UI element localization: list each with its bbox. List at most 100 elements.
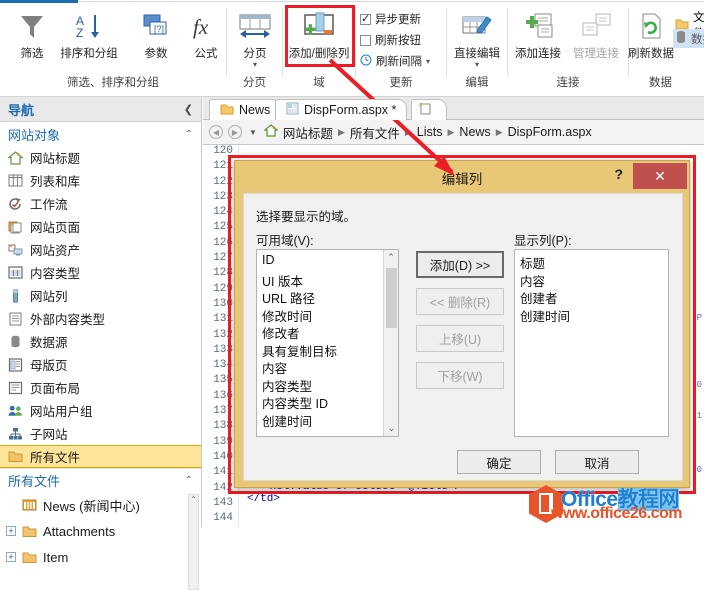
ribbon-button-refresh-data[interactable]: 刷新数据: [628, 7, 674, 61]
displayed-columns-listbox[interactable]: 标题 内容 创建者 创建时间: [514, 249, 669, 437]
breadcrumb-item-0[interactable]: 网站标题: [283, 123, 333, 142]
ribbon-button-sort-group[interactable]: A Z 排序和分组: [52, 7, 126, 61]
chevron-down-icon[interactable]: ▼: [249, 128, 257, 137]
sidebar-item-8[interactable]: 数据源: [0, 330, 201, 353]
ribbon-button-add-remove-columns[interactable]: 添加/删除列: [285, 7, 353, 61]
help-icon[interactable]: ?: [614, 166, 623, 182]
watermark-url: www.office26.com: [551, 505, 683, 522]
move-up-button[interactable]: 上移(U): [416, 325, 504, 352]
available-field-item[interactable]: 创建时间: [257, 410, 398, 429]
available-field-item[interactable]: 内容类型 ID: [257, 392, 398, 411]
forward-arrow-icon[interactable]: ▶: [228, 125, 242, 139]
available-field-item[interactable]: 内容: [257, 357, 398, 376]
scroll-down-icon[interactable]: ⌄: [384, 421, 398, 436]
scroll-up-icon[interactable]: ⌃: [384, 250, 398, 265]
ribbon-button-add-connection[interactable]: 添加连接: [508, 7, 568, 61]
checkbox-icon[interactable]: [360, 34, 371, 46]
dialog-description: 选择要显示的域。: [256, 210, 357, 224]
external-content-icon: [8, 311, 23, 326]
expand-icon[interactable]: +: [6, 552, 16, 562]
sidebar-item-5[interactable]: 内容类型: [0, 261, 201, 284]
ribbon-button-paging[interactable]: 分页 ▾: [225, 7, 285, 69]
sidebar-item-4[interactable]: 网站资产: [0, 238, 201, 261]
cancel-button[interactable]: 取消: [555, 450, 639, 474]
chevron-left-icon[interactable]: ❮: [184, 103, 193, 116]
ribbon-button-label: 排序和分组: [60, 48, 118, 60]
file-tree-item-1[interactable]: + Attachments: [0, 518, 201, 544]
chevron-down-icon[interactable]: ▾: [447, 61, 507, 69]
displayed-column-item[interactable]: 创建者: [515, 287, 668, 306]
nav-section-site-objects[interactable]: 网站对象 ⌃: [0, 122, 201, 146]
available-field-item[interactable]: ID: [257, 252, 398, 270]
remove-button[interactable]: << 删除(R): [416, 288, 504, 315]
sidebar-item-11[interactable]: 网站用户组: [0, 399, 201, 422]
ribbon-button-direct-edit[interactable]: 直接编辑 ▾: [447, 7, 507, 69]
ribbon-check-refresh-interval[interactable]: 刷新间隔 ▾: [360, 53, 430, 69]
ribbon-group-filter-sort: 筛选 A Z 排序和分组 [?] 参数 fx 公式 筛选、排序和分组: [0, 5, 226, 90]
displayed-column-item[interactable]: 内容: [515, 270, 668, 289]
clock-icon: [360, 54, 372, 69]
sidebar-item-label: 数据源: [30, 336, 68, 350]
ribbon-item-label: 数据: [691, 33, 704, 46]
file-tree-item-2[interactable]: + Item: [0, 544, 201, 570]
nav-section-all-files[interactable]: 所有文件 ⌃: [0, 468, 201, 492]
sidebar-item-3[interactable]: 网站页面: [0, 215, 201, 238]
ok-button[interactable]: 确定: [457, 450, 541, 474]
sidebar-item-7[interactable]: 外部内容类型: [0, 307, 201, 330]
nav-file-scrollbar[interactable]: ⌃: [188, 494, 199, 590]
expand-icon[interactable]: +: [6, 526, 16, 536]
document-tab-dispform[interactable]: DispForm.aspx *: [275, 99, 408, 120]
sidebar-item-10[interactable]: 页面布局: [0, 376, 201, 399]
sidebar-item-0[interactable]: 网站标题: [0, 146, 201, 169]
sidebar-item-12[interactable]: 子网站: [0, 422, 201, 445]
available-fields-listbox[interactable]: ID UI 版本 URL 路径 修改时间 修改者 具有复制目标 内容 内容类型 内容类型 ID 创…: [256, 249, 399, 437]
add-button-label: 添加(D) >>: [429, 259, 491, 273]
sidebar-item-13[interactable]: 所有文件: [0, 445, 201, 468]
breadcrumb-item-1[interactable]: 所有文件: [350, 123, 400, 142]
ribbon-item-data[interactable]: 数据: [673, 29, 704, 48]
ribbon-check-async-update[interactable]: 异步更新: [360, 11, 421, 27]
available-field-item[interactable]: URL 路径: [257, 287, 398, 306]
add-button[interactable]: 添加(D) >>: [416, 251, 504, 278]
scrollbar-thumb[interactable]: [386, 268, 397, 328]
sidebar-item-label: 网站用户组: [30, 405, 93, 419]
listbox-scrollbar[interactable]: ⌃ ⌄: [383, 250, 398, 436]
document-tab-news[interactable]: News: [209, 99, 282, 120]
file-tree-item-0[interactable]: News (新闻中心): [0, 492, 201, 518]
line-number: 143: [213, 496, 233, 509]
ribbon-button-manage-connection[interactable]: 管理连接: [566, 7, 626, 61]
ribbon-group-edit: 直接编辑 ▾ 编辑: [447, 5, 507, 90]
available-field-item[interactable]: 修改时间: [257, 305, 398, 324]
chevron-up-icon[interactable]: ⌃: [185, 129, 193, 140]
chevron-down-icon[interactable]: ▾: [426, 57, 430, 66]
sidebar-item-2[interactable]: 工作流: [0, 192, 201, 215]
document-tab-new[interactable]: [411, 99, 447, 120]
checkbox-icon[interactable]: [360, 12, 371, 25]
sidebar-item-label: 子网站: [30, 428, 68, 442]
back-arrow-icon[interactable]: ◀: [209, 125, 223, 139]
users-icon: [8, 403, 23, 418]
displayed-column-item[interactable]: 创建时间: [515, 305, 668, 324]
active-tab-underline: [0, 0, 78, 3]
breadcrumb-item-3[interactable]: News: [459, 125, 490, 139]
displayed-column-item[interactable]: 标题: [515, 252, 668, 271]
sidebar-item-label: 网站页面: [30, 221, 81, 235]
sidebar-item-6[interactable]: 网站列: [0, 284, 201, 307]
breadcrumb-item-2[interactable]: Lists: [417, 125, 443, 139]
chevron-down-icon[interactable]: ▾: [225, 61, 285, 69]
breadcrumb-item-4[interactable]: DispForm.aspx: [508, 125, 592, 139]
close-icon[interactable]: ✕: [633, 163, 687, 189]
sidebar-item-9[interactable]: 母版页: [0, 353, 201, 376]
sidebar-item-label: 网站资产: [30, 244, 81, 258]
ribbon-check-refresh-button[interactable]: 刷新按钮: [360, 32, 421, 48]
scroll-up-icon[interactable]: ⌃: [189, 495, 198, 504]
available-field-item[interactable]: 修改者: [257, 322, 398, 341]
paging-icon: [225, 7, 285, 45]
available-field-item[interactable]: 具有复制目标: [257, 340, 398, 359]
table-icon: [8, 173, 23, 188]
available-field-item[interactable]: 内容类型: [257, 375, 398, 394]
sidebar-item-1[interactable]: 列表和库: [0, 169, 201, 192]
chevron-up-icon[interactable]: ⌃: [185, 475, 193, 486]
move-down-button[interactable]: 下移(W): [416, 362, 504, 389]
available-field-item[interactable]: UI 版本: [257, 270, 398, 289]
